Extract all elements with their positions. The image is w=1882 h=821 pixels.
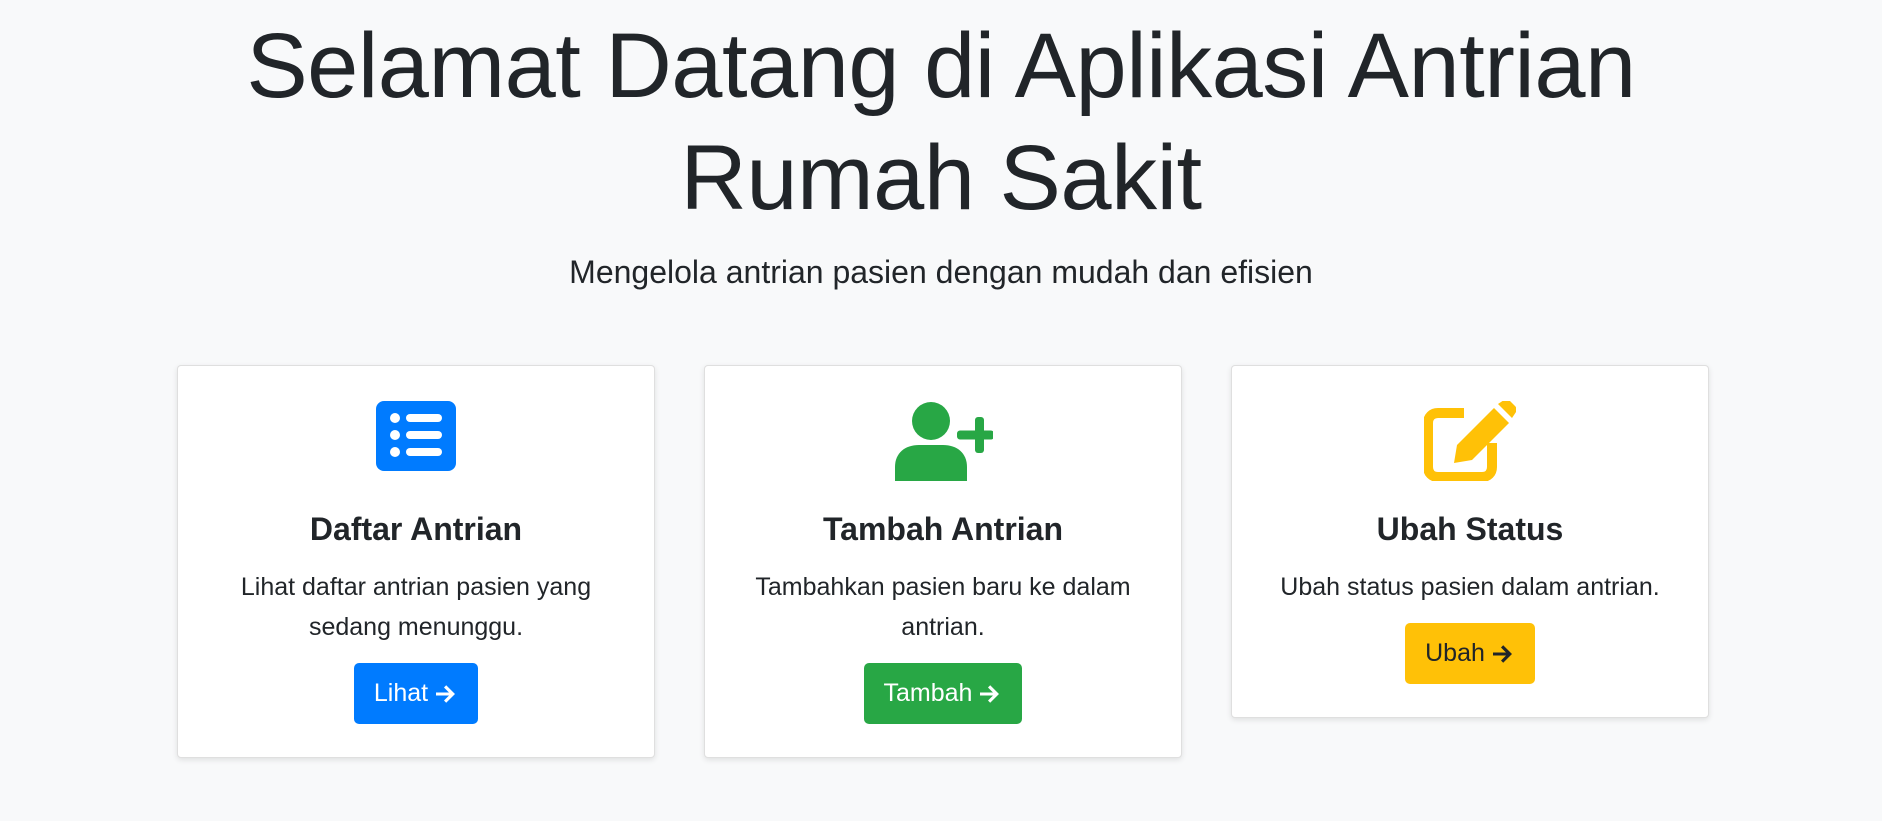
page-subtitle: Mengelola antrian pasien dengan mudah da… [569, 254, 1313, 290]
list-icon [376, 401, 456, 471]
button-label: Tambah [883, 679, 973, 707]
page-title: Selamat Datang di Aplikasi Antrian Rumah… [0, 0, 1882, 234]
card-daftar-antrian: Daftar Antrian Lihat daftar antrian pasi… [177, 365, 655, 758]
arrow-right-icon [980, 684, 1000, 703]
card-ubah-status: Ubah Status Ubah status pasien dalam ant… [1231, 365, 1709, 718]
button-label: Ubah [1425, 639, 1485, 667]
tambah-button[interactable]: Tambah [863, 663, 1023, 724]
feature-cards: Daftar Antrian Lihat daftar antrian pasi… [177, 365, 1709, 758]
arrow-right-icon [436, 684, 456, 703]
card-title: Ubah Status [1376, 511, 1564, 547]
ubah-button[interactable]: Ubah [1405, 623, 1535, 684]
card-description: Ubah status pasien dalam antrian. [1280, 573, 1660, 601]
card-title: Tambah Antrian [822, 511, 1063, 547]
lihat-button[interactable]: Lihat [353, 663, 479, 724]
card-description: Tambahkan pasien baru ke dalam antrian. [755, 573, 1131, 641]
arrow-right-icon [1492, 644, 1512, 663]
card-tambah-antrian: Tambah Antrian Tambahkan pasien baru ke … [704, 365, 1182, 758]
edit-icon [1424, 401, 1516, 481]
card-description: Lihat daftar antrian pasien yang sedang … [240, 573, 592, 641]
user-plus-icon [895, 402, 993, 481]
page-title-line-1: Selamat Datang di Aplikasi Antrian [246, 15, 1636, 117]
hero-section: Selamat Datang di Aplikasi Antrian Rumah… [0, 0, 1882, 292]
button-label: Lihat [373, 679, 429, 707]
page-title-line-2: Rumah Sakit [680, 127, 1202, 229]
card-title: Daftar Antrian [309, 511, 523, 547]
